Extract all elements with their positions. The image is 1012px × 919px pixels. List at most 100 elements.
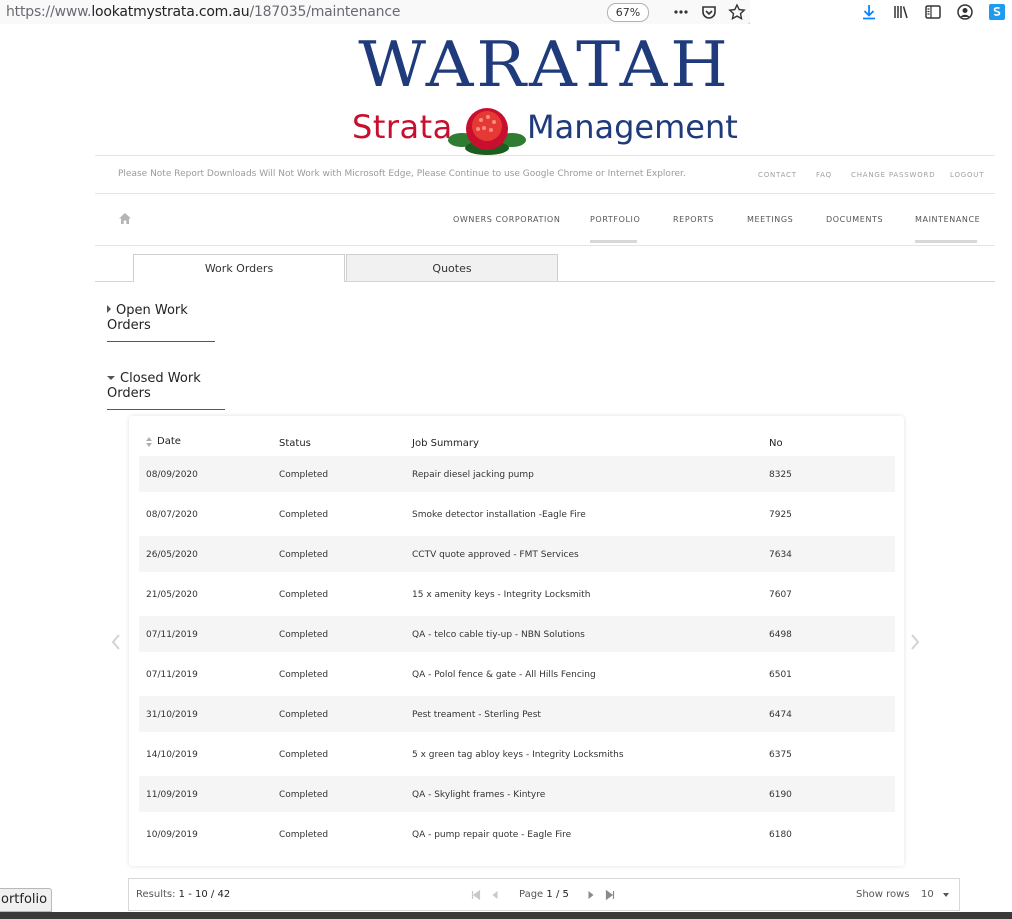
nav-portfolio[interactable]: PORTFOLIO <box>590 215 640 224</box>
show-rows-label: Show rows <box>856 889 910 900</box>
logo-management-word: Management <box>527 108 738 146</box>
status-cell: Completed <box>279 830 329 840</box>
nav-owners-corporation[interactable]: OWNERS CORPORATION <box>453 215 560 224</box>
table-row[interactable]: 31/10/2019 Completed Pest treament - Sterl… <box>139 696 895 732</box>
open-work-orders-label: Open Work Orders <box>107 303 188 333</box>
nav-documents[interactable]: DOCUMENTS <box>826 215 883 224</box>
table-row[interactable]: 10/09/2019 Completed QA - pump repair quot… <box>139 816 895 852</box>
page-margin-left <box>0 24 95 919</box>
next-page-icon[interactable] <box>586 890 596 900</box>
notice-bar: Please Note Report Downloads Will Not Wo… <box>95 155 995 194</box>
job-summary-cell: CCTV quote approved - FMT Services <box>412 550 579 560</box>
table-row[interactable]: 07/11/2019 Completed QA - telco cable tiy-… <box>139 616 895 652</box>
closed-work-orders-label: Closed Work Orders <box>107 371 201 401</box>
work-order-number-cell: 7634 <box>769 550 792 560</box>
job-summary-cell: Repair diesel jacking pump <box>412 470 534 480</box>
table-row[interactable]: 08/09/2020 Completed Repair diesel jacking… <box>139 456 895 492</box>
status-tooltip: ortfolio <box>0 888 53 912</box>
work-order-number-cell: 6474 <box>769 710 792 720</box>
table-row[interactable]: 08/07/2020 Completed Smoke detector instal… <box>139 496 895 532</box>
status-column-header[interactable]: Status <box>279 438 311 449</box>
carousel-prev-icon[interactable] <box>111 634 121 650</box>
results-summary: Results: 1 - 10 / 42 <box>136 889 231 900</box>
number-column-header[interactable]: No <box>769 438 783 449</box>
date-cell: 31/10/2019 <box>146 710 198 720</box>
logo-strata-word: Strata <box>352 108 453 146</box>
tab-quotes[interactable]: Quotes <box>346 254 558 281</box>
library-icon[interactable] <box>892 3 910 21</box>
open-work-orders-toggle[interactable]: Open Work Orders <box>107 303 215 342</box>
job-summary-column-header[interactable]: Job Summary <box>412 438 479 449</box>
nav-maintenance-underline <box>915 240 977 243</box>
bookmark-star-icon[interactable] <box>728 3 746 21</box>
table-pager: Results: 1 - 10 / 42 Page 1 / 5 Show row… <box>128 878 960 911</box>
chevron-down-icon[interactable] <box>943 892 949 898</box>
first-page-icon[interactable] <box>471 890 481 900</box>
browser-url-bar[interactable]: https://www.lookatmystrata.com.au/187035… <box>0 0 751 25</box>
logo-wordmark: WARATAH <box>358 27 731 102</box>
sort-icon <box>146 437 152 447</box>
prev-page-icon[interactable] <box>490 890 500 900</box>
table-row[interactable]: 26/05/2020 Completed CCTV quote approved -… <box>139 536 895 572</box>
date-cell: 07/11/2019 <box>146 630 198 640</box>
download-icon[interactable] <box>860 3 878 21</box>
page-indicator: Page 1 / 5 <box>519 889 569 900</box>
waratah-flower-icon <box>448 108 526 155</box>
zoom-level-badge[interactable]: 67% <box>607 3 649 22</box>
status-cell: Completed <box>279 630 329 640</box>
status-cell: Completed <box>279 510 329 520</box>
page-margin-right <box>995 24 1012 919</box>
company-logo[interactable]: WARATAH Strata Management <box>352 27 738 157</box>
job-summary-cell: QA - Skylight frames - Kintyre <box>412 790 546 800</box>
status-cell: Completed <box>279 750 329 760</box>
home-icon[interactable] <box>118 212 132 225</box>
caret-down-icon <box>107 376 115 380</box>
date-column-header[interactable]: Date <box>146 436 181 447</box>
account-icon[interactable] <box>956 3 974 21</box>
logout-link[interactable]: LOGOUT <box>950 171 984 179</box>
date-cell: 11/09/2019 <box>146 790 198 800</box>
caret-right-icon <box>107 305 111 313</box>
status-cell: Completed <box>279 670 329 680</box>
table-row[interactable]: 07/11/2019 Completed QA - Polol fence & ga… <box>139 656 895 692</box>
table-row[interactable]: 11/09/2019 Completed QA - Skylight frames … <box>139 776 895 812</box>
carousel-next-icon[interactable] <box>910 634 920 650</box>
work-order-number-cell: 6501 <box>769 670 792 680</box>
work-order-number-cell: 7925 <box>769 510 792 520</box>
status-cell: Completed <box>279 550 329 560</box>
date-cell: 21/05/2020 <box>146 590 198 600</box>
faq-link[interactable]: FAQ <box>816 171 832 179</box>
nav-reports[interactable]: REPORTS <box>673 215 714 224</box>
job-summary-cell: Pest treament - Sterling Pest <box>412 710 541 720</box>
more-actions-icon[interactable] <box>672 3 690 21</box>
main-nav: OWNERS CORPORATION PORTFOLIO REPORTS MEE… <box>95 192 995 246</box>
work-order-number-cell: 6190 <box>769 790 792 800</box>
url-text[interactable]: https://www.lookatmystrata.com.au/187035… <box>6 4 400 20</box>
last-page-icon[interactable] <box>605 890 615 900</box>
table-row[interactable]: 21/05/2020 Completed 15 x amenity keys - I… <box>139 576 895 612</box>
change-password-link[interactable]: CHANGE PASSWORD <box>851 171 935 179</box>
sidebar-icon[interactable] <box>924 3 942 21</box>
skype-extension-icon[interactable] <box>988 3 1006 21</box>
work-order-number-cell: 6375 <box>769 750 792 760</box>
table-row[interactable]: 14/10/2019 Completed 5 x green tag abloy k… <box>139 736 895 772</box>
nav-meetings[interactable]: MEETINGS <box>747 215 793 224</box>
rows-per-page-select[interactable]: 10 <box>921 889 934 900</box>
job-summary-cell: QA - telco cable tiy-up - NBN Solutions <box>412 630 585 640</box>
job-summary-cell: 5 x green tag abloy keys - Integrity Loc… <box>412 750 624 760</box>
pocket-icon[interactable] <box>700 3 718 21</box>
closed-work-orders-toggle[interactable]: Closed Work Orders <box>107 371 225 410</box>
tab-work-orders[interactable]: Work Orders <box>133 254 345 282</box>
work-order-number-cell: 7607 <box>769 590 792 600</box>
nav-maintenance[interactable]: MAINTENANCE <box>915 215 980 224</box>
contact-link[interactable]: CONTACT <box>758 171 797 179</box>
work-order-number-cell: 8325 <box>769 470 792 480</box>
status-cell: Completed <box>279 710 329 720</box>
date-cell: 14/10/2019 <box>146 750 198 760</box>
date-cell: 07/11/2019 <box>146 670 198 680</box>
browser-notice: Please Note Report Downloads Will Not Wo… <box>118 169 686 179</box>
status-cell: Completed <box>279 590 329 600</box>
job-summary-cell: Smoke detector installation -Eagle Fire <box>412 510 586 520</box>
date-cell: 08/07/2020 <box>146 510 198 520</box>
job-summary-cell: 15 x amenity keys - Integrity Locksmith <box>412 590 591 600</box>
